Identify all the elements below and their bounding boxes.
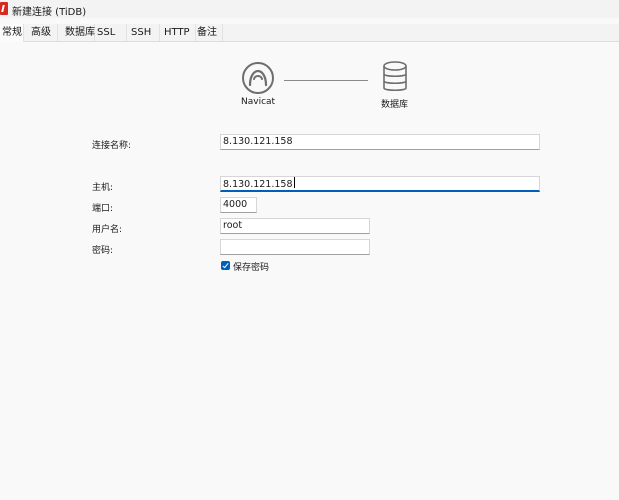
tab-notes[interactable]: 备注 xyxy=(195,24,223,41)
general-panel xyxy=(0,42,619,500)
navicat-label: Navicat xyxy=(241,97,276,107)
database-icon xyxy=(383,61,407,92)
title-bar: 新建连接 (TiDB) xyxy=(0,0,619,18)
window-title: 新建连接 (TiDB) xyxy=(12,7,87,18)
navicat-icon xyxy=(242,62,274,94)
tab-ssl[interactable]: SSL xyxy=(95,24,127,41)
connection-name-label: 连接名称: xyxy=(92,141,132,151)
port-input[interactable]: 4000 xyxy=(220,197,257,213)
port-value: 4000 xyxy=(223,199,248,210)
connection-name-value: 8.130.121.158 xyxy=(223,136,293,147)
host-value: 8.130.121.158 xyxy=(223,179,293,190)
save-password-label[interactable]: 保存密码 xyxy=(233,260,269,273)
username-input[interactable]: root xyxy=(220,218,370,234)
host-input[interactable]: 8.130.121.158 xyxy=(220,176,540,192)
password-label: 密码: xyxy=(92,246,114,256)
connection-line xyxy=(284,80,368,81)
connection-name-input[interactable]: 8.130.121.158 xyxy=(220,134,540,150)
tab-databases[interactable]: 数据库 xyxy=(63,24,95,41)
host-label: 主机: xyxy=(92,183,114,193)
tab-ssh[interactable]: SSH xyxy=(129,24,160,41)
database-label: 数据库 xyxy=(381,100,409,110)
tab-advanced[interactable]: 高级 xyxy=(29,24,58,41)
password-input[interactable] xyxy=(220,239,370,255)
tab-http[interactable]: HTTP xyxy=(162,24,196,41)
username-value: root xyxy=(223,220,243,231)
port-label: 端口: xyxy=(92,204,114,214)
username-label: 用户名: xyxy=(92,225,123,235)
save-password-checkbox[interactable] xyxy=(221,261,230,270)
tab-bar: 常规 高级 数据库 SSL SSH HTTP 备注 xyxy=(0,24,619,42)
text-caret xyxy=(293,177,295,188)
tab-general[interactable]: 常规 xyxy=(0,24,24,42)
navicat-app-icon xyxy=(0,2,8,15)
